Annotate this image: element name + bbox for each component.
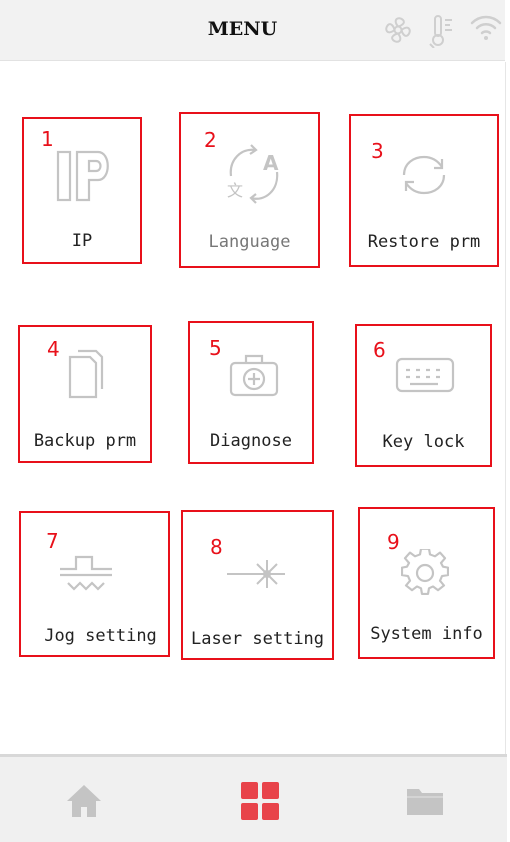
tile-label: System info xyxy=(370,624,483,644)
tile-number: 5 xyxy=(209,336,222,360)
language-icon: A 文 xyxy=(227,144,279,204)
bottom-nav-bar xyxy=(0,754,507,842)
backup-prm-tile[interactable]: 4 Backup prm xyxy=(18,325,152,463)
diagnose-tile[interactable]: 5 Diagnose xyxy=(188,321,314,464)
key-lock-tile[interactable]: 6 Key lock xyxy=(355,324,492,467)
jog-icon xyxy=(60,555,112,591)
laser-icon xyxy=(227,560,285,588)
tile-label: Jog setting xyxy=(44,626,157,646)
fan-icon xyxy=(385,17,411,43)
content-right-border xyxy=(505,62,506,754)
tile-label: IP xyxy=(71,231,93,251)
tile-label: Laser setting xyxy=(190,629,325,649)
tile-number: 3 xyxy=(371,139,384,163)
tile-number: 4 xyxy=(47,337,60,361)
tile-number: 6 xyxy=(373,338,386,362)
tile-label: Diagnose xyxy=(210,431,292,451)
diagnose-icon xyxy=(229,354,279,397)
jog-setting-tile[interactable]: 7 Jog setting xyxy=(19,511,170,657)
tile-number: 2 xyxy=(204,128,217,152)
svg-text:文: 文 xyxy=(227,181,243,200)
svg-text:A: A xyxy=(263,151,279,175)
gear-icon xyxy=(401,549,449,595)
ip-icon xyxy=(56,150,109,202)
tile-label: Key lock xyxy=(382,432,465,452)
language-tile[interactable]: 2 A 文 Language xyxy=(179,112,320,268)
top-header-bar: MENU xyxy=(0,0,505,61)
wifi-icon xyxy=(470,15,502,40)
folder-icon[interactable] xyxy=(405,785,445,817)
tile-number: 8 xyxy=(210,535,223,559)
backup-icon xyxy=(68,349,104,399)
laser-setting-tile[interactable]: 8 Laser setting xyxy=(181,510,334,660)
tile-label: Backup prm xyxy=(33,431,137,451)
restore-icon xyxy=(402,155,446,195)
tile-label: Restore prm xyxy=(367,232,481,252)
tile-number: 7 xyxy=(46,529,59,553)
temperature-icon xyxy=(429,15,452,48)
home-icon[interactable] xyxy=(65,783,103,819)
keyboard-icon xyxy=(395,357,455,393)
menu-grid-icon[interactable] xyxy=(240,781,280,821)
tile-label: Language xyxy=(208,232,291,252)
tile-number: 9 xyxy=(387,530,400,554)
ip-tile[interactable]: 1 IP xyxy=(22,117,142,264)
tile-number: 1 xyxy=(41,127,54,151)
system-info-tile[interactable]: 9 System info xyxy=(358,507,495,659)
restore-prm-tile[interactable]: 3 Restore prm xyxy=(349,114,499,267)
